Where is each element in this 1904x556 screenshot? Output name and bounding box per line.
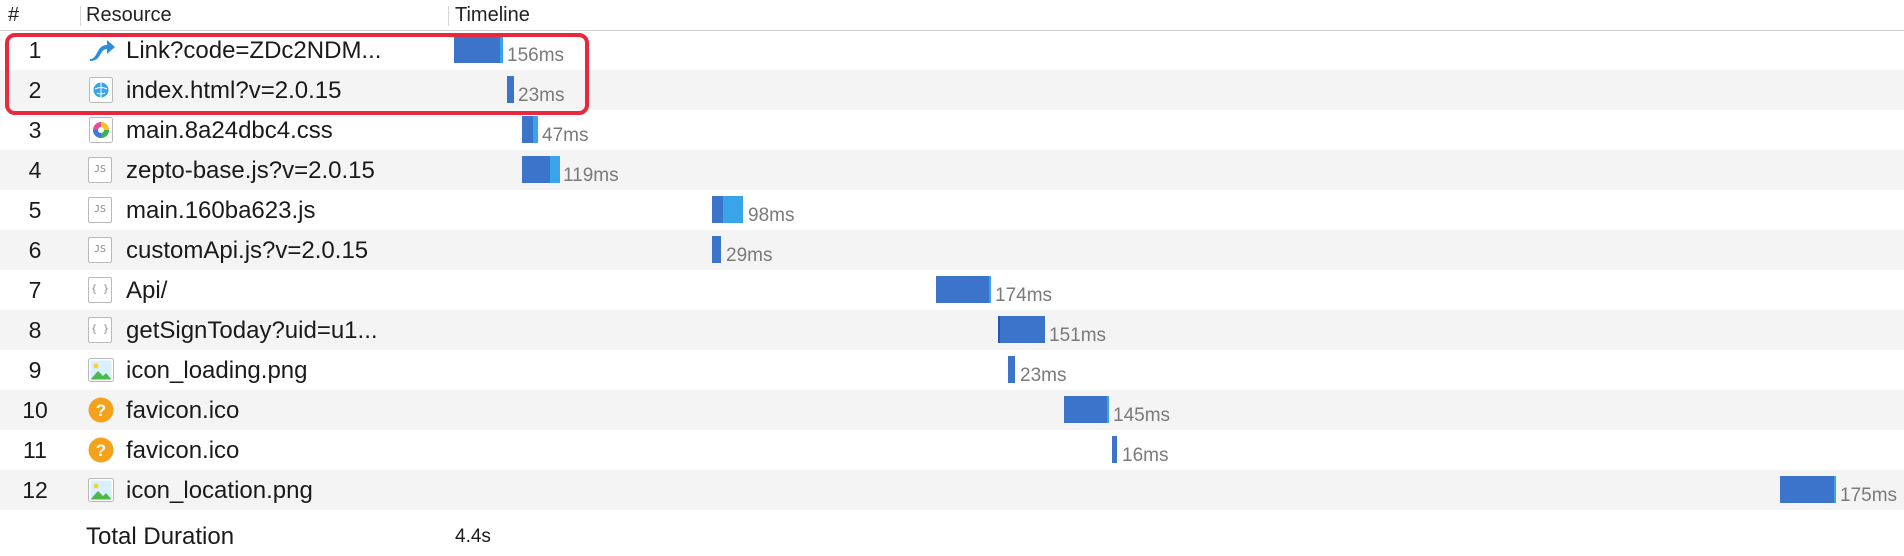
column-divider[interactable] [448,6,449,26]
table-row[interactable]: 8 { } getSignToday?uid=u1... 151ms [0,310,1904,350]
total-duration-row: Total Duration 4.4s [0,520,1904,556]
table-header: # Resource Timeline [0,0,1904,31]
resource-name: favicon.ico [126,437,240,464]
duration-label: 16ms [1122,445,1169,466]
row-number: 12 [22,477,48,503]
column-header-timeline[interactable]: Timeline [455,3,530,27]
duration-label: 145ms [1113,405,1171,426]
duration-label: 23ms [1020,365,1067,386]
row-number: 4 [28,157,42,183]
resource-name: icon_loading.png [126,357,308,384]
resource-name: main.8a24dbc4.css [126,117,333,144]
timeline-bar [522,156,560,183]
image-file-icon [88,357,114,383]
column-header-number[interactable]: # [8,3,19,27]
table-row[interactable]: 6 JS customApi.js?v=2.0.15 29ms [0,230,1904,270]
duration-label: 175ms [1840,485,1898,506]
css-stylesheet-icon [88,117,114,143]
table-row[interactable]: 11 ? favicon.ico 16ms [0,430,1904,470]
row-number: 3 [28,117,42,143]
resource-name: zepto-base.js?v=2.0.15 [126,157,375,184]
duration-label: 47ms [542,125,589,146]
duration-label: 174ms [995,285,1053,306]
timeline-bar [712,196,743,223]
resource-name: favicon.ico [126,397,240,424]
json-file-icon: { } [88,277,114,303]
timeline-bar [522,116,538,143]
js-file-icon: JS [88,237,114,263]
highlight-annotation-box [5,33,589,115]
row-number: 9 [28,357,42,383]
total-duration-value: 4.4s [455,526,491,547]
question-mark-icon: ? [88,437,114,463]
resource-name: Api/ [126,277,168,304]
timeline-bar [1112,436,1117,463]
duration-label: 151ms [1049,325,1107,346]
table-row[interactable]: 9 icon_loading.png 23ms [0,350,1904,390]
resource-name: getSignToday?uid=u1... [126,317,378,344]
js-file-icon: JS [88,197,114,223]
row-number: 6 [28,237,42,263]
timeline-bar [1780,476,1836,503]
row-number: 10 [22,397,48,423]
timeline-bar [1008,356,1015,383]
svg-text:?: ? [96,441,106,460]
question-mark-icon: ? [88,397,114,423]
js-file-icon: JS [88,157,114,183]
column-divider[interactable] [80,6,81,26]
svg-text:?: ? [96,401,106,420]
table-row[interactable]: 10 ? favicon.ico 145ms [0,390,1904,430]
resource-name: icon_location.png [126,477,313,504]
column-header-resource[interactable]: Resource [86,3,172,27]
table-row[interactable]: 12 icon_location.png 175ms [0,470,1904,510]
duration-label: 29ms [726,245,773,266]
total-duration-label: Total Duration [86,523,235,550]
duration-label: 119ms [563,165,619,186]
timeline-bar [712,236,721,263]
duration-label: 98ms [748,205,795,226]
table-row[interactable]: 3 main.8a24dbc4.css 47ms [0,110,1904,150]
table-row[interactable]: 7 { } Api/ 174ms [0,270,1904,310]
table-row[interactable]: 5 JS main.160ba623.js 98ms [0,190,1904,230]
row-number: 8 [28,317,42,343]
row-number: 5 [28,197,42,223]
timeline-bar [1064,396,1109,423]
resource-name: main.160ba623.js [126,197,316,224]
resource-name: customApi.js?v=2.0.15 [126,237,369,264]
json-file-icon: { } [88,317,114,343]
timeline-bar [998,316,1045,343]
row-number: 11 [23,437,47,463]
row-number: 7 [28,277,42,303]
timeline-bar [936,276,991,303]
table-row[interactable]: 4 JS zepto-base.js?v=2.0.15 119ms [0,150,1904,190]
image-file-icon [88,477,114,503]
